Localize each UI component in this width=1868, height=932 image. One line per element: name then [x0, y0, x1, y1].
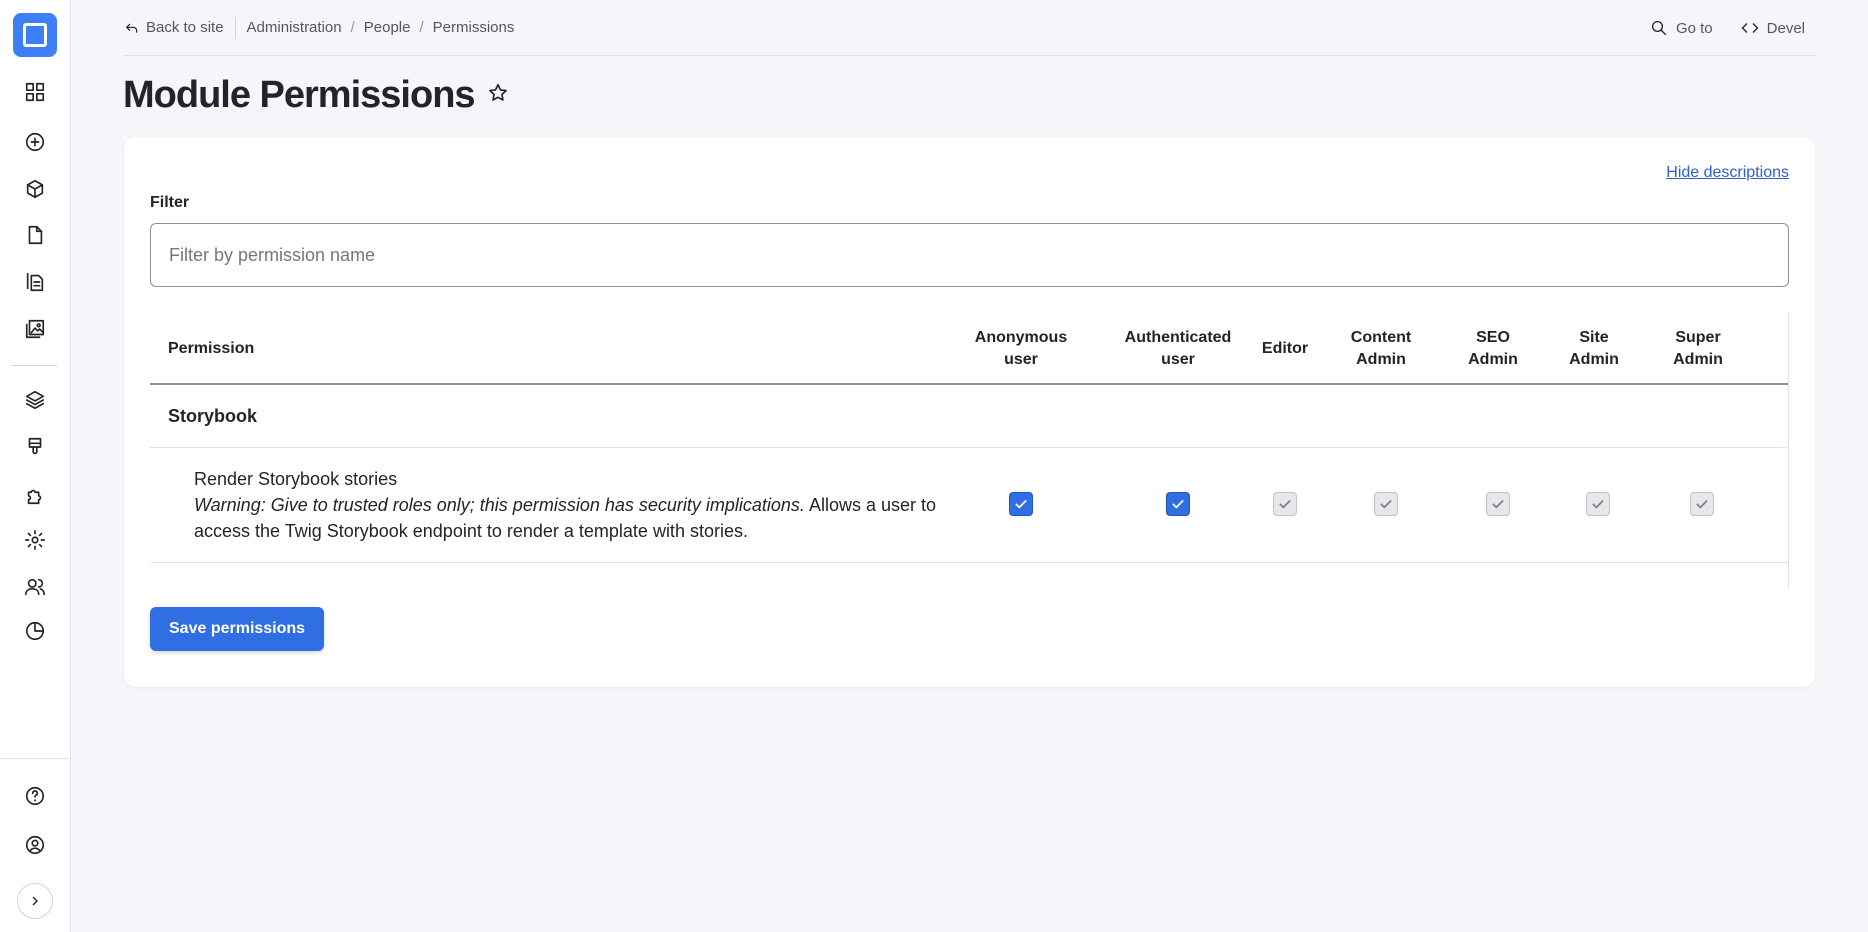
- permission-text: Render Storybook stories Warning: Give t…: [194, 466, 964, 544]
- role-header-super-admin: Super Admin: [1673, 328, 1723, 368]
- devel-label: Devel: [1766, 19, 1805, 37]
- filter-input[interactable]: [150, 223, 1789, 287]
- role-header-anonymous: Anonymous user: [974, 328, 1068, 368]
- layers-icon[interactable]: [22, 387, 48, 413]
- breadcrumb-administration[interactable]: Administration: [247, 19, 342, 36]
- user-account-icon[interactable]: [22, 832, 48, 858]
- back-to-site-label: Back to site: [146, 19, 224, 36]
- check-icon: [1380, 500, 1392, 509]
- add-content-icon[interactable]: [22, 129, 48, 155]
- permission-description: Warning: Give to trusted roles only; thi…: [194, 492, 964, 544]
- toolbar: Back to site Administration / People / P…: [124, 0, 1815, 56]
- extend-icon[interactable]: [22, 482, 48, 508]
- check-icon: [1696, 500, 1708, 509]
- people-icon[interactable]: [22, 574, 48, 600]
- devel-button[interactable]: Devel: [1741, 19, 1805, 37]
- checkbox-authenticated[interactable]: [1166, 492, 1190, 516]
- permissions-card: Hide descriptions Filter Permission Anon…: [124, 137, 1815, 687]
- save-permissions-button[interactable]: Save permissions: [150, 607, 325, 651]
- hide-descriptions-link[interactable]: Hide descriptions: [1666, 164, 1789, 182]
- media-icon[interactable]: [22, 316, 48, 342]
- code-icon: [1741, 23, 1759, 33]
- permissions-table: Permission Anonymous user Authenticated us…: [150, 312, 1789, 589]
- checkbox-editor[interactable]: [1273, 492, 1297, 516]
- checkbox-super-admin[interactable]: [1690, 492, 1714, 516]
- table-header: Permission Anonymous user Authenticated us…: [150, 312, 1788, 385]
- breadcrumb: Administration / People / Permissions: [246, 19, 515, 36]
- drupal-logo[interactable]: [13, 13, 57, 57]
- check-icon: [1015, 500, 1027, 509]
- back-arrow-icon: [125, 23, 138, 33]
- dashboard-icon[interactable]: [22, 79, 48, 105]
- role-header-site-admin: Site Admin: [1569, 328, 1619, 368]
- expand-icon: [32, 896, 38, 906]
- sidebar: [0, 0, 71, 932]
- content-icon[interactable]: [22, 222, 48, 248]
- star-shortcut-icon[interactable]: [487, 82, 509, 109]
- permission-title: Render Storybook stories: [194, 469, 398, 489]
- permission-group-row: Storybook: [150, 385, 1788, 448]
- role-header-editor: Editor: [1261, 339, 1309, 357]
- permission-row: Render Storybook stories Warning: Give t…: [150, 448, 1788, 563]
- permission-warning: Warning: Give to trusted roles only; thi…: [194, 495, 805, 515]
- back-to-site-link[interactable]: Back to site: [124, 19, 224, 36]
- permission-column-header: Permission: [168, 339, 255, 357]
- checkbox-seo-admin[interactable]: [1486, 492, 1510, 516]
- goto-label: Go to: [1675, 19, 1713, 37]
- structure-icon[interactable]: [22, 176, 48, 202]
- filter-label: Filter: [150, 194, 190, 211]
- check-icon: [1492, 500, 1504, 509]
- documents-icon[interactable]: [22, 269, 48, 295]
- check-icon: [1279, 500, 1291, 509]
- reports-icon[interactable]: [22, 618, 48, 644]
- check-icon: [1592, 500, 1604, 509]
- role-header-content-admin: Content Admin: [1350, 328, 1412, 368]
- goto-button[interactable]: Go to: [1650, 19, 1713, 37]
- config-icon[interactable]: [22, 527, 48, 553]
- breadcrumb-people[interactable]: People: [364, 19, 411, 36]
- breadcrumb-permissions[interactable]: Permissions: [433, 19, 515, 36]
- group-name: Storybook: [168, 405, 258, 426]
- expand-sidebar-button[interactable]: [17, 883, 53, 919]
- help-icon[interactable]: [22, 783, 48, 809]
- search-icon: [1651, 20, 1667, 36]
- appearance-icon[interactable]: [22, 434, 48, 460]
- checkbox-content-admin[interactable]: [1374, 492, 1398, 516]
- toolbar-divider: [234, 16, 236, 39]
- check-icon: [1172, 500, 1184, 509]
- checkbox-site-admin[interactable]: [1586, 492, 1610, 516]
- role-header-authenticated: Authenticated user: [1124, 328, 1232, 368]
- page-title: Module Permissions: [123, 73, 476, 116]
- role-header-seo-admin: SEO Admin: [1468, 328, 1518, 368]
- page-title-row: Module Permissions: [123, 70, 509, 120]
- checkbox-anonymous[interactable]: [1009, 492, 1033, 516]
